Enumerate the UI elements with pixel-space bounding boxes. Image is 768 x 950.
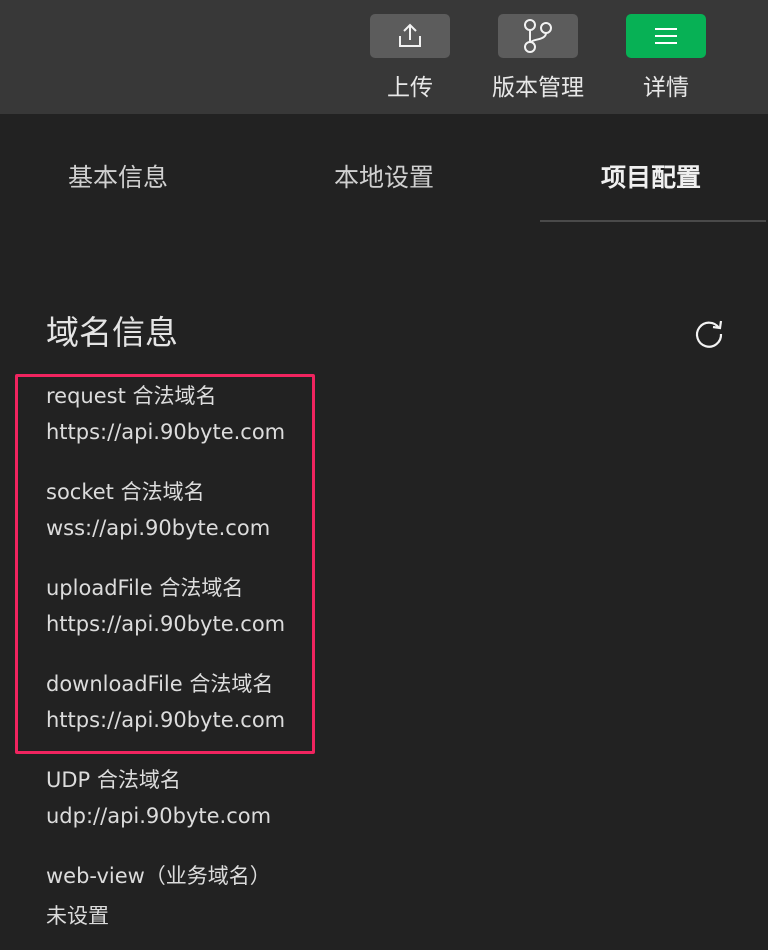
details-button[interactable] (626, 14, 706, 58)
domain-request: request 合法域名 https://api.90byte.com (46, 380, 366, 444)
domain-label: request 合法域名 (46, 384, 217, 408)
upload-button[interactable] (370, 14, 450, 58)
version-label: 版本管理 (492, 75, 584, 101)
domain-udp: UDP 合法域名 udp://api.90byte.com (46, 764, 366, 828)
refresh-icon[interactable] (692, 316, 726, 350)
domain-label: downloadFile 合法域名 (46, 672, 274, 696)
tab-bar: 基本信息 本地设置 项目配置 (0, 114, 768, 224)
domain-label: socket 合法域名 (46, 480, 205, 504)
active-tab-indicator (540, 220, 766, 222)
domain-value: https://api.90byte.com (46, 708, 286, 732)
version-tool[interactable]: 版本管理 (492, 14, 584, 102)
toolbar: 上传 版本管理 详情 (0, 0, 768, 114)
details-label: 详情 (643, 75, 689, 101)
menu-icon (655, 28, 677, 44)
domain-label: uploadFile 合法域名 (46, 576, 244, 600)
domain-value: 未设置 (46, 904, 109, 928)
upload-tool[interactable]: 上传 (370, 14, 450, 102)
tab-basic-info[interactable]: 基本信息 (68, 158, 168, 194)
upload-icon (399, 23, 421, 47)
domain-downloadfile: downloadFile 合法域名 https://api.90byte.com (46, 668, 366, 732)
domain-value: https://api.90byte.com (46, 420, 286, 444)
upload-label: 上传 (387, 75, 433, 101)
domain-uploadfile: uploadFile 合法域名 https://api.90byte.com (46, 572, 366, 636)
section-title: 域名信息 (46, 313, 178, 352)
branch-icon (524, 19, 552, 53)
domain-label: UDP 合法域名 (46, 768, 181, 792)
version-button[interactable] (498, 14, 578, 58)
domain-value: wss://api.90byte.com (46, 516, 271, 540)
tab-project-config[interactable]: 项目配置 (601, 158, 701, 194)
details-tool[interactable]: 详情 (626, 14, 706, 102)
tab-local-settings[interactable]: 本地设置 (334, 158, 434, 194)
domain-webview: web-view（业务域名） 未设置 (46, 860, 366, 930)
domain-socket: socket 合法域名 wss://api.90byte.com (46, 476, 366, 540)
domain-value: udp://api.90byte.com (46, 804, 272, 828)
domain-label: web-view（业务域名） (46, 864, 271, 888)
domain-value: https://api.90byte.com (46, 612, 286, 636)
